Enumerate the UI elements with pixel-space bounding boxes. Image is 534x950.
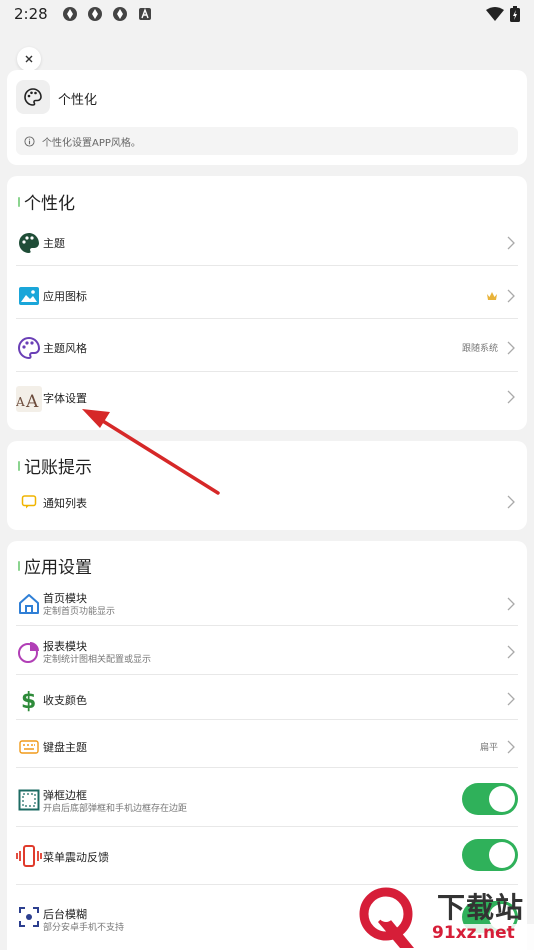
settings-item-value: 跟随系统 [461,344,498,354]
keyboard-icon [16,734,42,760]
crown-icon [487,292,497,300]
settings-item-menu-vibration[interactable]: 菜单震动反馈 [16,839,518,871]
chevron-right-icon [507,645,515,659]
pie-chart-icon [16,639,42,665]
image-icon [16,283,42,309]
settings-item-theme[interactable]: 主题 [16,228,518,258]
popup-border-toggle[interactable] [462,783,518,815]
svg-text:A: A [16,395,25,409]
toggle-knob [489,786,515,812]
settings-item-label: 应用图标 [43,290,87,303]
wifi-icon [486,7,504,21]
divider [16,719,518,720]
chevron-right-icon [507,236,515,250]
chevron-right-icon [507,341,515,355]
close-button[interactable] [17,47,41,71]
section-title: 记账提示 [18,453,92,478]
settings-item-label: 菜单震动反馈 [43,851,109,864]
section-title: 个性化 [18,189,75,214]
settings-item-label: 字体设置 [43,392,87,405]
home-icon [16,591,42,617]
settings-item-label: 主题 [43,237,65,250]
settings-item-notification-list[interactable]: 通知列表 [16,489,518,515]
battery-icon [510,6,520,22]
frame-icon [16,787,42,813]
watermark-text: 下载站 [437,891,525,924]
close-icon [25,55,33,63]
settings-item-app-icon[interactable]: 应用图标 [16,281,518,311]
info-icon [24,135,35,147]
dollar-icon: $ [16,686,42,712]
status-time: 2:28 [14,5,48,23]
status-bar: 2:28 [0,0,534,28]
settings-item-report-module[interactable]: 报表模块 定制统计图相关配置或显示 [16,637,518,667]
section-personalize: 个性化 主题 应用图标 主题风格 跟随系统 AA 字体设置 [7,176,527,430]
palette-icon [16,230,42,256]
header-note: 个性化设置APP风格。 [16,127,518,155]
settings-item-label: 收支颜色 [43,694,87,707]
chevron-right-icon [507,390,515,404]
settings-item-font[interactable]: AA 字体设置 [16,384,518,414]
settings-item-label: 通知列表 [43,497,87,510]
palette-outline-icon [16,335,42,361]
vibrate-icon [16,843,42,869]
section-accent [18,460,20,471]
font-icon: AA [16,386,42,412]
settings-item-label: 键盘主题 [43,741,87,754]
page-title: 个性化 [58,93,98,108]
app-notification-icon [87,7,102,21]
section-accent [18,196,20,207]
divider [16,318,518,319]
divider [16,625,518,626]
settings-item-popup-border[interactable]: 弹框边框 开启后底部弹框和手机边框存在边距 [16,783,518,815]
settings-item-value: 扁平 [479,743,498,753]
settings-item-label: 主题风格 [43,342,87,355]
divider [16,826,518,827]
settings-item-sub: 部分安卓手机不支持 [43,923,125,933]
settings-item-theme-style[interactable]: 主题风格 跟随系统 [16,333,518,363]
header-card: 个性化 个性化设置APP风格。 [7,70,527,165]
chevron-right-icon [507,289,515,303]
app-notification-icon [112,7,127,21]
divider [16,767,518,768]
section-reminder: 记账提示 通知列表 [7,441,527,530]
toggle-knob [489,842,515,868]
chevron-right-icon [507,740,515,754]
watermark-domain: 91xz.net [432,923,515,943]
settings-item-sub: 定制统计图相关配置或显示 [43,655,152,665]
settings-item-home-module[interactable]: 首页模块 定制首页功能显示 [16,589,518,619]
palette-icon [24,88,42,106]
settings-item-sub: 开启后底部弹框和手机边框存在边距 [43,804,188,814]
divider [16,674,518,675]
divider [16,371,518,372]
chevron-right-icon [507,495,515,509]
section-accent [18,560,20,571]
divider [16,265,518,266]
menu-vibration-toggle[interactable] [462,839,518,871]
settings-item-sub: 定制首页功能显示 [43,607,116,617]
settings-item-income-color[interactable]: $ 收支颜色 [16,684,518,714]
chevron-right-icon [507,597,515,611]
svg-text:$: $ [21,689,36,712]
header-icon-box [16,80,50,114]
chat-bubble-icon [16,489,42,515]
font-notification-icon [138,8,151,20]
header-note-text: 个性化设置APP风格。 [42,137,141,149]
settings-item-keyboard-theme[interactable]: 键盘主题 扁平 [16,732,518,762]
svg-text:A: A [25,392,39,409]
section-title: 应用设置 [18,553,92,578]
chevron-right-icon [507,692,515,706]
app-notification-icon [62,7,77,21]
blur-icon [16,904,42,930]
